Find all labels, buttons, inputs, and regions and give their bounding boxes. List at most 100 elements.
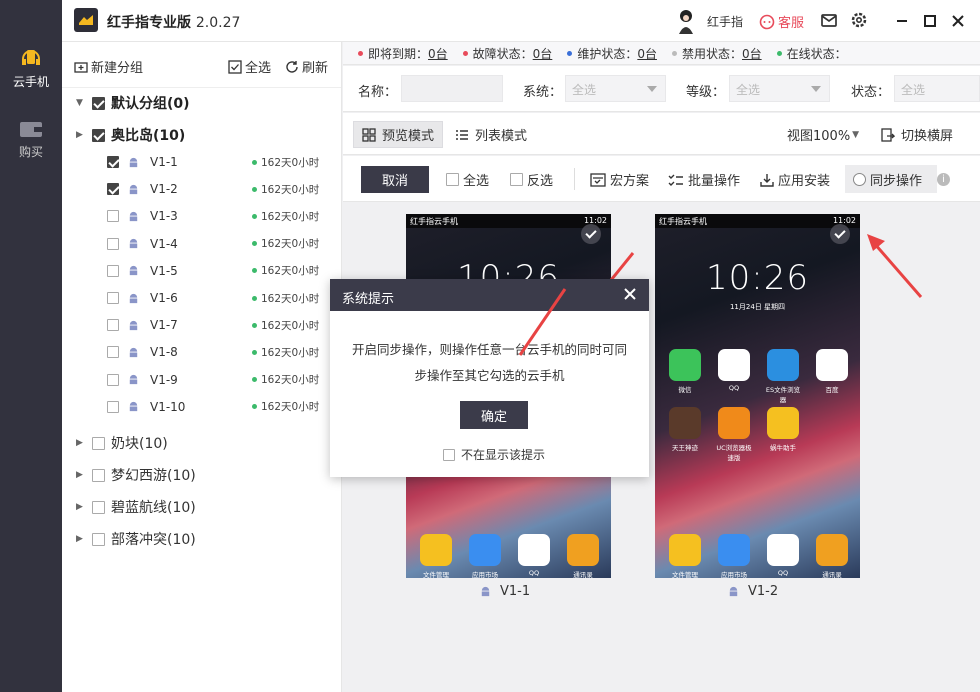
group-checkbox[interactable]	[92, 96, 105, 110]
mail-icon[interactable]	[820, 11, 840, 31]
cancel-button[interactable]: 取消	[361, 166, 429, 193]
device-checkbox[interactable]	[107, 264, 119, 277]
checkbox[interactable]	[443, 448, 455, 461]
status-maintenance[interactable]: 维护状态： 0台	[567, 45, 657, 62]
rail-item-buy[interactable]: 购买	[0, 118, 62, 160]
caret-right-icon[interactable]: ▶	[76, 534, 86, 544]
status-value[interactable]: 0台	[428, 45, 448, 62]
group-checkbox[interactable]	[92, 128, 105, 142]
device-checkbox[interactable]	[107, 400, 119, 413]
group-checkbox[interactable]	[92, 500, 105, 514]
status-disabled[interactable]: 禁用状态： 0台	[671, 45, 762, 62]
system-filter-select[interactable]: 全选	[565, 75, 666, 102]
device-checkbox[interactable]	[107, 237, 119, 250]
confirm-button[interactable]: 确定	[460, 401, 528, 429]
online-dot-icon	[252, 159, 257, 165]
refresh-button[interactable]: 刷新	[285, 57, 328, 76]
caret-right-icon[interactable]: ▶	[76, 470, 86, 480]
list-icon	[456, 129, 468, 140]
device-item[interactable]: V1-4 162天0小时	[62, 231, 342, 257]
landscape-toggle-button[interactable]: 切换横屏	[873, 121, 961, 148]
device-item[interactable]: V1-9 162天0小时	[62, 367, 342, 393]
folder-plus-icon	[74, 61, 88, 73]
select-all-label: 全选	[245, 61, 272, 76]
group-bilan[interactable]: ▶ 碧蓝航线(10)	[62, 494, 342, 520]
online-dot-icon	[252, 404, 257, 410]
gear-icon[interactable]	[850, 11, 870, 31]
caret-right-icon[interactable]: ▶	[76, 502, 86, 512]
group-menghuan[interactable]: ▶ 梦幻西游(10)	[62, 462, 342, 488]
device-item[interactable]: V1-10 162天0小时	[62, 394, 342, 420]
close-button[interactable]	[947, 10, 969, 32]
caret-right-icon[interactable]: ▶	[76, 438, 86, 448]
device-item[interactable]: V1-1 162天0小时	[62, 149, 342, 175]
device-remaining-time: 162天0小时	[252, 182, 319, 197]
name-filter-label: 名称：	[358, 85, 398, 100]
radio[interactable]	[853, 172, 866, 186]
minimize-button[interactable]	[891, 10, 913, 32]
status-online[interactable]: 在线状态：	[776, 45, 847, 62]
device-checkbox[interactable]	[107, 373, 119, 386]
device-checkbox[interactable]	[107, 183, 119, 196]
rail-item-cloud-phone[interactable]: 云手机	[0, 46, 62, 90]
online-dot-icon	[252, 322, 257, 328]
state-filter-label: 状态：	[851, 85, 891, 100]
device-item[interactable]: V1-5 162天0小时	[62, 258, 342, 284]
checkbox[interactable]	[446, 173, 459, 186]
status-value[interactable]: 0台	[637, 45, 657, 62]
group-checkbox[interactable]	[92, 532, 105, 546]
group-naikuai[interactable]: ▶ 奶块(10)	[62, 430, 342, 456]
state-filter-select[interactable]: 全选	[894, 75, 980, 102]
device-name: V1-10	[150, 399, 186, 414]
title-bar: 红手指专业版 2.0.27 红手指 客服	[62, 0, 980, 42]
device-item[interactable]: V1-8 162天0小时	[62, 339, 342, 365]
preview-mode-button[interactable]: 预览模式	[353, 121, 444, 148]
macro-button[interactable]: 宏方案	[590, 170, 649, 189]
status-value[interactable]: 0台	[533, 45, 553, 62]
user-name[interactable]: 红手指	[707, 13, 743, 30]
status-fault[interactable]: 故障状态： 0台	[462, 45, 553, 62]
select-all-button[interactable]: 全选	[228, 57, 271, 76]
sync-operation-toggle[interactable]: 同步操作	[845, 165, 937, 193]
device-checkbox[interactable]	[107, 210, 119, 223]
group-checkbox[interactable]	[92, 468, 105, 482]
device-name: V1-8	[150, 345, 178, 360]
select-all-checkbox[interactable]: 全选	[446, 170, 489, 189]
download-icon	[760, 173, 774, 187]
device-item[interactable]: V1-3 162天0小时	[62, 203, 342, 229]
group-checkbox[interactable]	[92, 436, 105, 450]
caret-down-icon[interactable]: ▼	[76, 98, 86, 108]
device-checkbox[interactable]	[107, 346, 119, 359]
group-default[interactable]: ▼ 默认分组(0)	[62, 90, 342, 116]
device-checkbox[interactable]	[107, 156, 119, 168]
zoom-select[interactable]: 视图100% ▼	[779, 121, 867, 148]
close-icon[interactable]	[621, 285, 639, 303]
device-time-value: 162天0小时	[261, 210, 320, 223]
dont-show-again-checkbox[interactable]: 不在显示该提示	[443, 446, 545, 463]
service-button[interactable]: 客服	[759, 12, 804, 31]
level-filter-select[interactable]: 全选	[729, 75, 830, 102]
status-expiring[interactable]: 即将到期： 0台	[358, 45, 448, 62]
device-checkbox[interactable]	[107, 319, 119, 332]
batch-operation-button[interactable]: 批量操作	[668, 170, 740, 189]
device-item[interactable]: V1-2 162天0小时	[62, 176, 342, 202]
view-mode-bar: 预览模式 列表模式 视图100% ▼ 切换横屏	[343, 113, 980, 155]
select-value: 全选	[572, 83, 597, 97]
new-group-button[interactable]: 新建分组	[74, 57, 143, 76]
device-item[interactable]: V1-7 162天0小时	[62, 312, 342, 338]
invert-selection-checkbox[interactable]: 反选	[510, 170, 553, 189]
group-aobidao[interactable]: ▶ 奥比岛(10)	[62, 122, 342, 148]
avatar[interactable]	[676, 8, 696, 34]
name-filter-input[interactable]	[401, 75, 503, 102]
app-install-button[interactable]: 应用安装	[760, 170, 830, 189]
info-icon[interactable]: i	[937, 173, 950, 186]
maximize-button[interactable]	[919, 10, 941, 32]
device-item[interactable]: V1-6 162天0小时	[62, 285, 342, 311]
status-value[interactable]: 0台	[742, 45, 762, 62]
new-group-label: 新建分组	[91, 61, 144, 76]
device-checkbox[interactable]	[107, 292, 119, 304]
caret-right-icon[interactable]: ▶	[76, 130, 86, 140]
group-buluo[interactable]: ▶ 部落冲突(10)	[62, 526, 342, 552]
checkbox[interactable]	[510, 173, 523, 186]
list-mode-button[interactable]: 列表模式	[447, 121, 535, 148]
